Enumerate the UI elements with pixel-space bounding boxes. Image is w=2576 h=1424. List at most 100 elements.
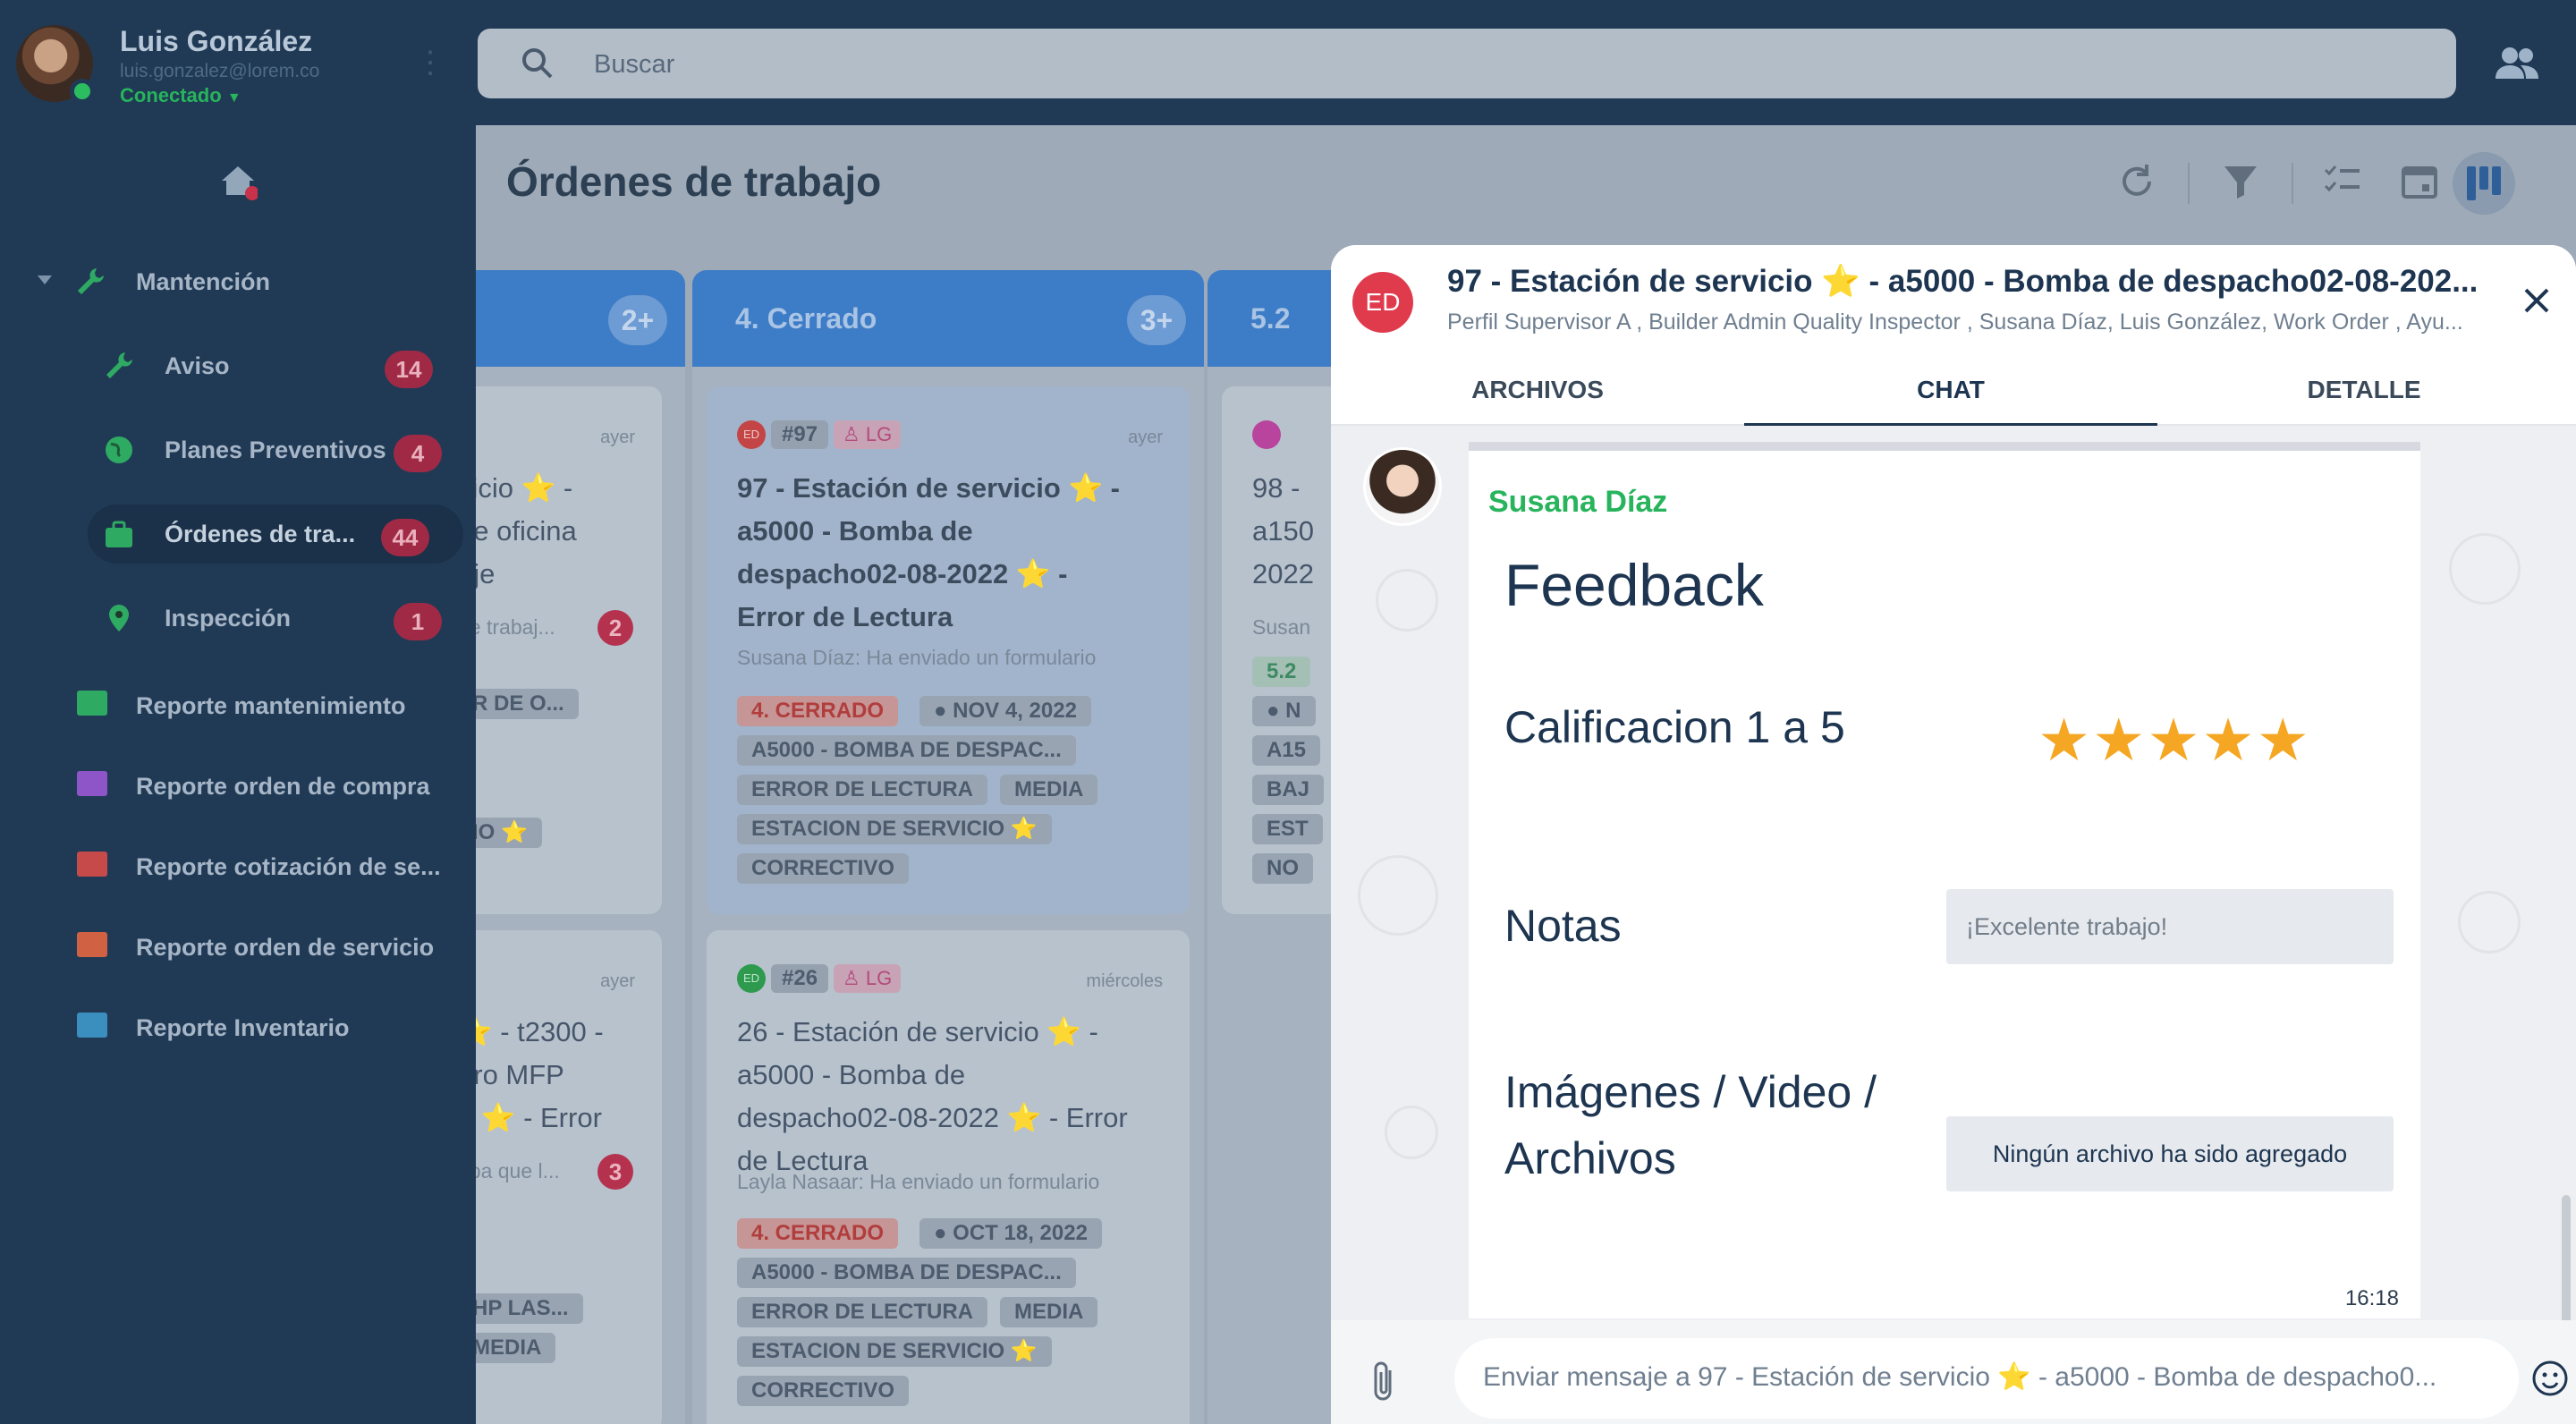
sidebar-item-ordenes-de-trabajo[interactable]: Órdenes de tra... 44: [0, 501, 476, 565]
column-body: ED #97 ♙ LG ayer 97 - Estación de servicio…: [692, 367, 1204, 1424]
filter-icon[interactable]: [2220, 161, 2261, 202]
sidebar-item-label: Reporte cotización de se...: [136, 853, 441, 880]
people-icon[interactable]: [2494, 45, 2540, 81]
order-number: #97: [771, 420, 829, 449]
avatar[interactable]: [16, 25, 95, 104]
sidebar-section-mantencion[interactable]: Mantención: [0, 249, 476, 313]
wrench-icon: [106, 352, 132, 378]
participants: Perfil Supervisor A , Builder Admin Qual…: [1447, 309, 2463, 335]
refresh-icon[interactable]: [2116, 161, 2157, 202]
checklist-icon[interactable]: [2322, 161, 2363, 202]
background-pattern: [2458, 891, 2521, 954]
sender-name: Susana Díaz: [1488, 485, 1668, 519]
card-tag: EST: [1252, 814, 1323, 844]
card-subtitle: de trabaj...: [476, 615, 555, 639]
date-tag: ● OCT 18, 2022: [919, 1218, 1102, 1249]
count-badge: 44: [381, 519, 429, 556]
sidebar-item-reporte-orden-de-servicio[interactable]: Reporte orden de servicio: [0, 914, 476, 979]
home-link[interactable]: [0, 152, 476, 215]
message-time: 16:18: [2344, 1286, 2399, 1310]
calendar-icon[interactable]: [2399, 161, 2440, 202]
background-pattern: [1358, 855, 1438, 936]
card-tag: A15: [1252, 735, 1321, 766]
user-profile[interactable]: Luis González luis.gonzalez@lorem.co Con…: [0, 0, 476, 125]
status-tag: 5.2: [1252, 657, 1311, 687]
sidebar-item-reporte-cotizacion[interactable]: Reporte cotización de se...: [0, 834, 476, 898]
user-email: luis.gonzalez@lorem.co: [120, 61, 320, 81]
home-icon: [222, 166, 258, 200]
sidebar-item-reporte-mantenimiento[interactable]: Reporte mantenimiento: [0, 673, 476, 737]
work-order-chat-panel: ED 97 - Estación de servicio ⭐ - a5000 -…: [1331, 245, 2576, 1424]
status-tag: 4. CERRADO: [737, 1218, 899, 1249]
card-time: ayer: [600, 428, 635, 447]
kanban-view-button[interactable]: [2453, 152, 2515, 215]
count-badge: 4: [394, 435, 442, 472]
tab-chat[interactable]: CHAT: [1744, 354, 2157, 428]
message-input[interactable]: Enviar mensaje a 97 - Estación de servic…: [1454, 1338, 2519, 1419]
card-title: 26 - Estación de servicio ⭐ - a5000 - Bo…: [737, 1016, 1128, 1176]
sidebar: Luis González luis.gonzalez@lorem.co Con…: [0, 0, 476, 1424]
message-placeholder: Enviar mensaje a 97 - Estación de servic…: [1483, 1362, 2437, 1392]
card-tag: ● N: [1252, 696, 1316, 726]
status-tag: 4. CERRADO: [737, 696, 899, 726]
close-icon[interactable]: [2519, 283, 2555, 318]
card-tag: MEDIA: [1000, 1297, 1098, 1327]
panel-header: ED 97 - Estación de servicio ⭐ - a5000 -…: [1331, 245, 2576, 354]
card-title: 97 - Estación de servicio ⭐ - a5000 - Bo…: [737, 472, 1120, 632]
caret-down-icon: [38, 275, 52, 284]
search-icon: [522, 48, 553, 79]
sidebar-item-label: Inspección: [165, 605, 292, 631]
sidebar-item-inspeccion[interactable]: Inspección 1: [0, 585, 476, 649]
sidebar-item-label: Reporte orden de compra: [136, 773, 430, 800]
chat-messages[interactable]: Susana Díaz Feedback Calificacion 1 a 5 …: [1331, 426, 2576, 1320]
emoji-icon[interactable]: [2531, 1360, 2569, 1397]
card-tag: A5000 - BOMBA DE DESPAC...: [737, 735, 1076, 766]
date-tag: ● NOV 4, 2022: [919, 696, 1091, 726]
sidebar-item-aviso[interactable]: Aviso 14: [0, 333, 476, 397]
work-order-card[interactable]: ED #26 ♙ LG miércoles 26 - Estación de ser…: [707, 930, 1190, 1424]
column-title: 5.2: [1250, 302, 1291, 335]
avatar: ED: [737, 964, 766, 993]
globe-icon: [106, 437, 132, 463]
card-tag: CORRECTIVO: [737, 853, 910, 884]
page-title: Órdenes de trabajo: [506, 158, 882, 205]
status-label: Conectado: [120, 84, 222, 106]
scrollbar[interactable]: [2562, 1195, 2571, 1320]
paperclip-icon[interactable]: [1367, 1360, 1402, 1404]
assignee-chip: ♙ LG: [834, 420, 902, 449]
unread-badge: 2: [597, 610, 633, 646]
work-order-card[interactable]: ayer vicio ⭐ -de oficinaaje de trabaj...…: [476, 386, 662, 914]
card-tag: NO: [1252, 853, 1313, 884]
search-input[interactable]: Buscar: [478, 29, 2456, 98]
work-order-card[interactable]: ayer ⭐ - t2300 -pro MFP2 ⭐ - Error aba q…: [476, 930, 662, 1424]
user-name: Luis González: [120, 25, 313, 57]
count-badge: 1: [394, 603, 442, 640]
report-grid-icon: [77, 691, 107, 716]
column-header[interactable]: 2+: [476, 270, 685, 367]
column-header[interactable]: 4. Cerrado 3+: [692, 270, 1204, 367]
sidebar-item-label: Órdenes de tra...: [165, 521, 356, 547]
assignee-chip: ♙ LG: [834, 964, 902, 993]
card-subtitle: Layla Nasaar: Ha enviado un formulario: [737, 1170, 1100, 1193]
more-options-icon[interactable]: ⋮: [415, 45, 445, 81]
wrench-icon: [78, 268, 104, 294]
sidebar-item-reporte-orden-de-compra[interactable]: Reporte orden de compra: [0, 753, 476, 818]
toolbar-divider: [2188, 163, 2190, 204]
notes-label: Notas: [1504, 901, 1622, 951]
sidebar-item-reporte-inventario[interactable]: Reporte Inventario: [0, 995, 476, 1059]
sidebar-item-label: Aviso: [165, 352, 230, 379]
tab-archivos[interactable]: ARCHIVOS: [1331, 354, 1744, 426]
card-tag: ESTACION DE SERVICIO ⭐: [737, 814, 1052, 844]
panel-title: 97 - Estación de servicio ⭐ - a5000 - Bo…: [1447, 264, 2479, 299]
kanban-icon: [2467, 166, 2501, 200]
status-selector[interactable]: Conectado ▼: [120, 84, 242, 107]
background-pattern: [1385, 1106, 1438, 1159]
work-order-card[interactable]: ED #97 ♙ LG ayer 97 - Estación de servicio…: [707, 386, 1190, 914]
tab-detalle[interactable]: DETALLE: [2157, 354, 2571, 426]
report-grid-icon: [77, 1013, 107, 1038]
card-meta: ED #26 ♙ LG: [737, 964, 902, 995]
avatar: ED: [1352, 272, 1413, 333]
compose-bar: Enviar mensaje a 97 - Estación de servic…: [1331, 1320, 2576, 1424]
sidebar-item-planes-preventivos[interactable]: Planes Preventivos 4: [0, 417, 476, 481]
report-grid-icon: [77, 852, 107, 877]
